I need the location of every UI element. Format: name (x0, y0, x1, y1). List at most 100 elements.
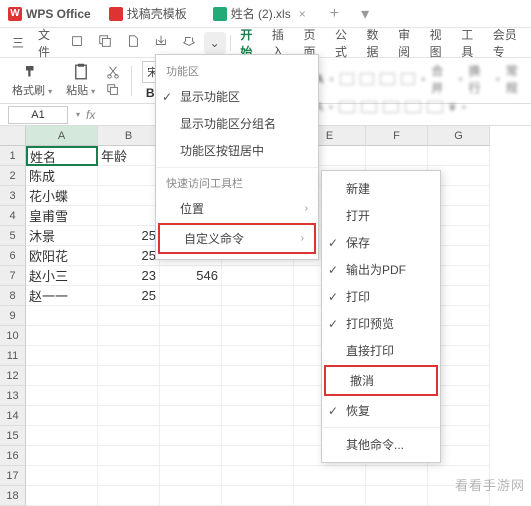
menu-item-show-groups[interactable]: 显示功能区分组名 (156, 110, 318, 137)
row-header[interactable]: 15 (0, 426, 26, 446)
cell[interactable]: 花小蝶 (26, 186, 98, 206)
menu-item-show-ribbon[interactable]: ✓显示功能区 (156, 83, 318, 110)
cell[interactable] (26, 486, 98, 506)
menu-qat-4[interactable] (148, 30, 174, 55)
cell[interactable] (160, 286, 222, 306)
submenu-direct-print[interactable]: 直接打印 (322, 337, 440, 364)
submenu-other-commands[interactable]: 其他命令... (322, 431, 440, 458)
row-header[interactable]: 14 (0, 406, 26, 426)
row-header[interactable]: 5 (0, 226, 26, 246)
row-header[interactable]: 16 (0, 446, 26, 466)
cell[interactable] (366, 466, 428, 486)
row-header[interactable]: 1 (0, 146, 26, 166)
cell[interactable] (26, 466, 98, 486)
cell[interactable]: 皇甫雪 (26, 206, 98, 226)
cell[interactable]: 陈成 (26, 166, 98, 186)
cell[interactable] (222, 286, 294, 306)
cell[interactable] (98, 386, 160, 406)
copy-icon[interactable] (105, 82, 121, 98)
menu-item-custom-commands[interactable]: 自定义命令› (158, 223, 316, 254)
cell[interactable] (366, 486, 428, 506)
submenu-undo[interactable]: 撤消 (324, 365, 438, 396)
cell[interactable] (26, 386, 98, 406)
row-header[interactable]: 2 (0, 166, 26, 186)
row-header[interactable]: 18 (0, 486, 26, 506)
cell[interactable] (26, 366, 98, 386)
row-header[interactable]: 12 (0, 366, 26, 386)
row-header[interactable]: 7 (0, 266, 26, 286)
menu-qat-5[interactable] (176, 30, 202, 55)
cell[interactable] (98, 426, 160, 446)
submenu-new[interactable]: 新建 (322, 175, 440, 202)
menu-qat-dropdown[interactable]: ⌄ (204, 32, 226, 54)
cell[interactable] (366, 146, 428, 166)
cell[interactable] (160, 346, 222, 366)
cell[interactable] (98, 406, 160, 426)
cell[interactable]: 25 (98, 226, 160, 246)
row-header[interactable]: 10 (0, 326, 26, 346)
cell[interactable] (294, 466, 366, 486)
cell[interactable] (98, 206, 160, 226)
col-header-g[interactable]: G (428, 126, 490, 146)
select-all-corner[interactable] (0, 126, 26, 146)
cell[interactable] (160, 386, 222, 406)
cell[interactable]: 25 (98, 286, 160, 306)
cell[interactable] (222, 426, 294, 446)
row-header[interactable]: 17 (0, 466, 26, 486)
row-header[interactable]: 3 (0, 186, 26, 206)
cell[interactable] (26, 326, 98, 346)
format-brush-button[interactable]: 格式刷 ▾ (8, 61, 56, 100)
cell[interactable] (222, 366, 294, 386)
submenu-save[interactable]: ✓保存 (322, 229, 440, 256)
cell[interactable] (98, 186, 160, 206)
cell[interactable]: 欧阳花 (26, 246, 98, 266)
cell[interactable] (294, 486, 366, 506)
cell[interactable]: 姓名 (26, 146, 98, 166)
cell[interactable] (222, 446, 294, 466)
cell[interactable] (160, 446, 222, 466)
cell[interactable] (98, 466, 160, 486)
menu-qat-2[interactable] (92, 30, 118, 55)
cell[interactable] (160, 406, 222, 426)
cell[interactable] (222, 306, 294, 326)
menu-qat-3[interactable] (120, 30, 146, 55)
cell[interactable] (160, 326, 222, 346)
cell[interactable] (98, 446, 160, 466)
cell[interactable] (98, 486, 160, 506)
cell[interactable] (160, 366, 222, 386)
paste-button[interactable]: 粘贴 ▾ (62, 61, 99, 100)
cell[interactable] (160, 486, 222, 506)
submenu-print[interactable]: ✓打印 (322, 283, 440, 310)
menu-qat-1[interactable] (64, 30, 90, 55)
submenu-open[interactable]: 打开 (322, 202, 440, 229)
cell[interactable] (26, 306, 98, 326)
col-header-a[interactable]: A (26, 126, 98, 146)
cell[interactable]: 年龄 (98, 146, 160, 166)
cell[interactable] (160, 306, 222, 326)
cell[interactable] (160, 426, 222, 446)
submenu-export-pdf[interactable]: ✓输出为PDF (322, 256, 440, 283)
cell-reference-input[interactable]: A1 (8, 106, 68, 124)
tab-template[interactable]: 找稿壳模板 (101, 1, 195, 26)
cell[interactable] (26, 346, 98, 366)
row-header[interactable]: 4 (0, 206, 26, 226)
col-header-f[interactable]: F (366, 126, 428, 146)
cell[interactable] (222, 406, 294, 426)
cell[interactable] (26, 426, 98, 446)
col-header-b[interactable]: B (98, 126, 160, 146)
tab-menu-button[interactable]: ▾ (355, 4, 375, 24)
cell[interactable]: 沐景 (26, 226, 98, 246)
menu-item-center-buttons[interactable]: 功能区按钮居中 (156, 137, 318, 164)
submenu-redo[interactable]: ✓恢复 (322, 397, 440, 424)
cell[interactable] (98, 326, 160, 346)
cell[interactable] (222, 346, 294, 366)
row-header[interactable]: 13 (0, 386, 26, 406)
row-header[interactable]: 9 (0, 306, 26, 326)
cell[interactable] (160, 466, 222, 486)
cell[interactable]: 赵小三 (26, 266, 98, 286)
cell[interactable] (26, 406, 98, 426)
cell[interactable] (222, 326, 294, 346)
menu-item-position[interactable]: 位置› (156, 195, 318, 222)
cell[interactable]: 赵一一 (26, 286, 98, 306)
menu-hamburger[interactable]: 三 (6, 30, 30, 55)
